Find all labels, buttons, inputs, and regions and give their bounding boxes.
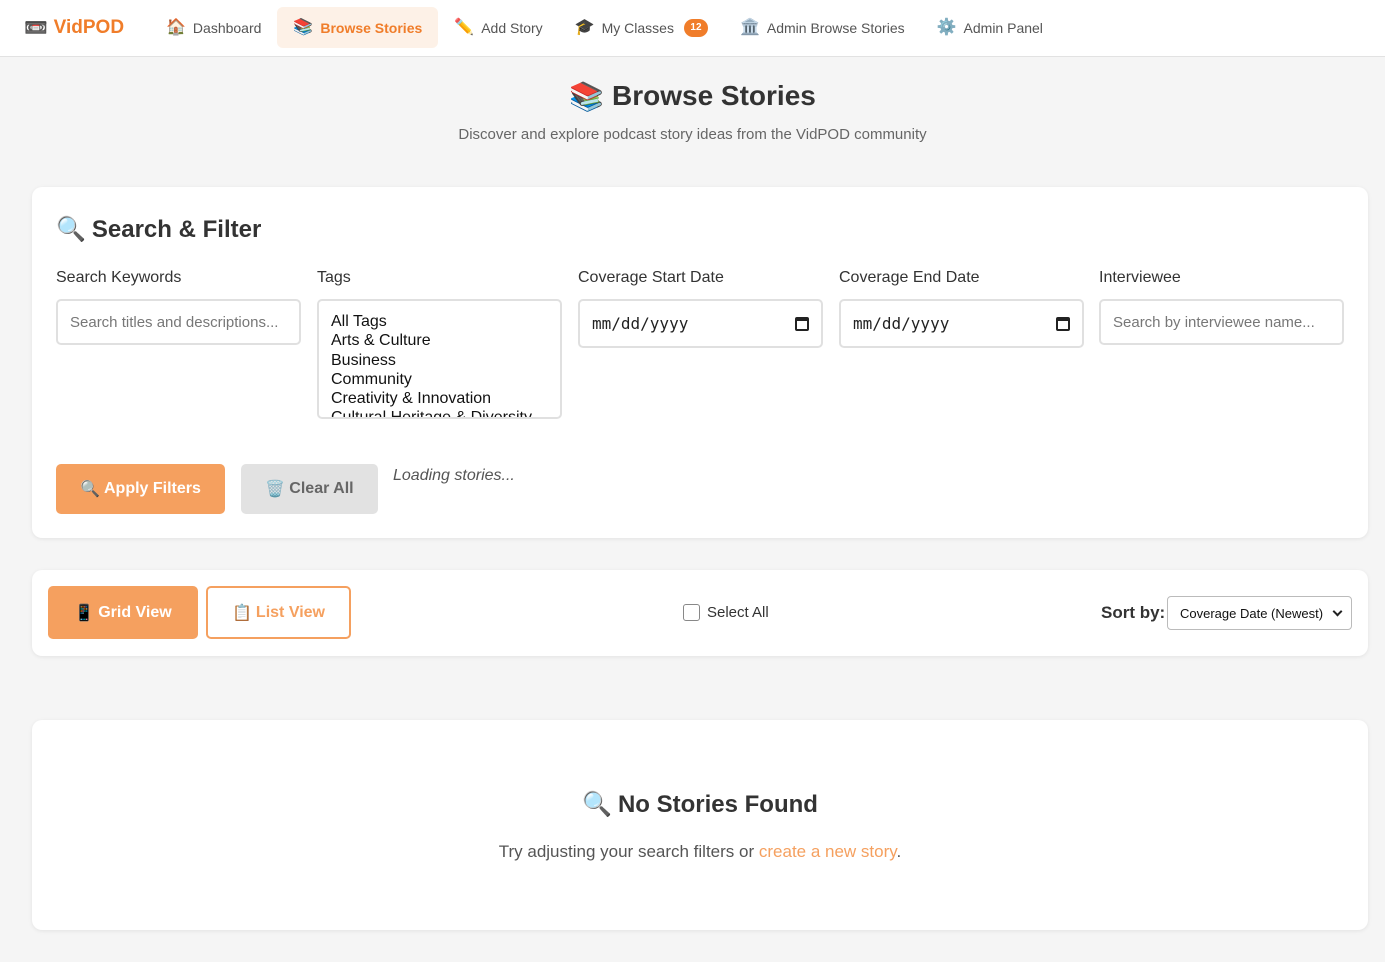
start-date-field: Coverage Start Date mm/dd/yyyy	[578, 269, 823, 348]
brand-logo[interactable]: 📼 VidPOD	[24, 15, 124, 41]
tags-multiselect[interactable]: All Tags Arts & Culture Business Communi…	[317, 299, 562, 419]
grid-view-label: Grid View	[98, 603, 172, 621]
nav-item-label: Admin Panel	[963, 19, 1043, 36]
empty-state-title-text: No Stories Found	[617, 790, 818, 818]
nav-item-label: Browse Stories	[320, 19, 423, 36]
tag-option[interactable]: All Tags	[331, 312, 548, 331]
select-all-label: Select All	[707, 604, 769, 621]
start-date-input[interactable]: mm/dd/yyyy	[578, 299, 823, 348]
select-all-checkbox[interactable]	[683, 604, 700, 621]
tag-option[interactable]: Business	[331, 351, 548, 370]
videotape-icon: 📼	[24, 18, 48, 39]
interviewee-field: Interviewee	[1099, 269, 1344, 345]
tags-label: Tags	[317, 269, 351, 286]
page-header: 📚 Browse Stories Discover and explore po…	[0, 76, 1385, 143]
clear-all-label: Clear All	[289, 480, 354, 497]
page-subtitle: Discover and explore podcast story ideas…	[458, 126, 927, 143]
interviewee-search-input[interactable]	[1099, 299, 1344, 345]
end-date-label: Coverage End Date	[839, 269, 980, 286]
start-date-label: Coverage Start Date	[578, 269, 724, 286]
empty-state-title: 🔍 No Stories Found	[32, 790, 1368, 819]
graduation-cap-icon: 🎓	[574, 18, 595, 36]
nav-item-label: My Classes	[601, 19, 674, 36]
end-date-input[interactable]: mm/dd/yyyy	[839, 299, 1084, 348]
sort-label: Sort by:	[1101, 603, 1166, 622]
page-title: 📚 Browse Stories	[0, 76, 1385, 116]
filter-section-title: 🔍 Search & Filter	[56, 215, 261, 244]
chevron-down-icon	[1332, 606, 1343, 616]
wastebasket-icon: 🗑️	[265, 481, 286, 498]
top-nav: 📼 VidPOD 🏠 Dashboard 📚 Browse Stories ✏️…	[0, 0, 1385, 57]
start-date-value: mm/dd/yyyy	[592, 314, 689, 333]
tag-option[interactable]: Community	[331, 370, 548, 389]
interviewee-label: Interviewee	[1099, 269, 1181, 286]
tag-option[interactable]: Cultural Heritage & Diversity	[331, 408, 548, 417]
loading-status: Loading stories...	[393, 467, 515, 484]
nav-item-admin-panel[interactable]: ⚙️ Admin Panel	[921, 7, 1059, 48]
classes-count-badge: 12	[683, 18, 708, 37]
nav-links: 🏠 Dashboard 📚 Browse Stories ✏️ Add Stor…	[150, 7, 1059, 48]
list-view-label: List View	[255, 603, 325, 621]
nav-item-admin-browse-stories[interactable]: 🏛️ Admin Browse Stories	[724, 7, 921, 48]
tag-option[interactable]: Creativity & Innovation	[331, 389, 548, 408]
nav-item-dashboard[interactable]: 🏠 Dashboard	[150, 7, 277, 48]
sort-select[interactable]: Coverage Date (Newest)	[1167, 596, 1352, 630]
create-story-link[interactable]: create a new story	[759, 842, 897, 861]
nav-item-browse-stories[interactable]: 📚 Browse Stories	[277, 7, 439, 48]
nav-item-label: Dashboard	[192, 19, 262, 36]
tag-option[interactable]: Arts & Culture	[331, 331, 548, 350]
empty-message-end: .	[896, 842, 902, 861]
page-title-text: Browse Stories	[612, 80, 816, 111]
end-date-field: Coverage End Date mm/dd/yyyy	[839, 269, 1084, 348]
books-icon: 📚	[569, 80, 604, 112]
filter-title-text: Search & Filter	[91, 215, 262, 243]
apply-filters-label: Apply Filters	[104, 480, 201, 497]
select-all-control[interactable]: Select All	[683, 604, 769, 621]
classical-building-icon: 🏛️	[739, 18, 760, 36]
magnifier-icon: 🔍	[80, 481, 100, 498]
clipboard-icon: 📋	[232, 604, 252, 622]
magnifier-icon: 🔍	[582, 791, 612, 818]
keywords-field: Search Keywords	[56, 269, 301, 345]
gear-icon: ⚙️	[936, 18, 957, 36]
magnifier-icon: 🔍	[56, 216, 86, 243]
keywords-search-input[interactable]	[56, 299, 301, 345]
pencil-icon: ✏️	[454, 18, 475, 36]
calendar-icon[interactable]	[1056, 316, 1070, 331]
house-icon: 🏠	[166, 18, 186, 36]
end-date-value: mm/dd/yyyy	[853, 314, 950, 333]
nav-item-label: Add Story	[481, 19, 543, 36]
mobile-phone-icon: 📱	[74, 604, 95, 622]
view-controls-bar: 📱 Grid View 📋 List View Select All Sort …	[32, 570, 1368, 656]
books-icon: 📚	[293, 18, 314, 36]
nav-item-add-story[interactable]: ✏️ Add Story	[438, 7, 558, 48]
clear-all-button[interactable]: 🗑️ Clear All	[241, 464, 378, 514]
empty-state-message: Try adjusting your search filters or cre…	[32, 842, 1368, 862]
grid-view-button[interactable]: 📱 Grid View	[48, 586, 198, 639]
empty-message-text: Try adjusting your search filters or	[498, 842, 759, 861]
search-filter-panel: 🔍 Search & Filter Search Keywords Tags A…	[32, 187, 1368, 538]
keywords-label: Search Keywords	[56, 269, 182, 286]
sort-selected-value: Coverage Date (Newest)	[1180, 605, 1324, 621]
nav-item-my-classes[interactable]: 🎓 My Classes 12	[559, 7, 724, 48]
calendar-icon[interactable]	[795, 316, 809, 331]
brand-name: VidPOD	[53, 17, 125, 38]
tags-field: Tags All Tags Arts & Culture Business Co…	[317, 269, 562, 419]
empty-state-panel: 🔍 No Stories Found Try adjusting your se…	[32, 720, 1368, 930]
apply-filters-button[interactable]: 🔍 Apply Filters	[56, 464, 225, 514]
nav-item-label: Admin Browse Stories	[766, 19, 905, 36]
list-view-button[interactable]: 📋 List View	[206, 586, 351, 639]
